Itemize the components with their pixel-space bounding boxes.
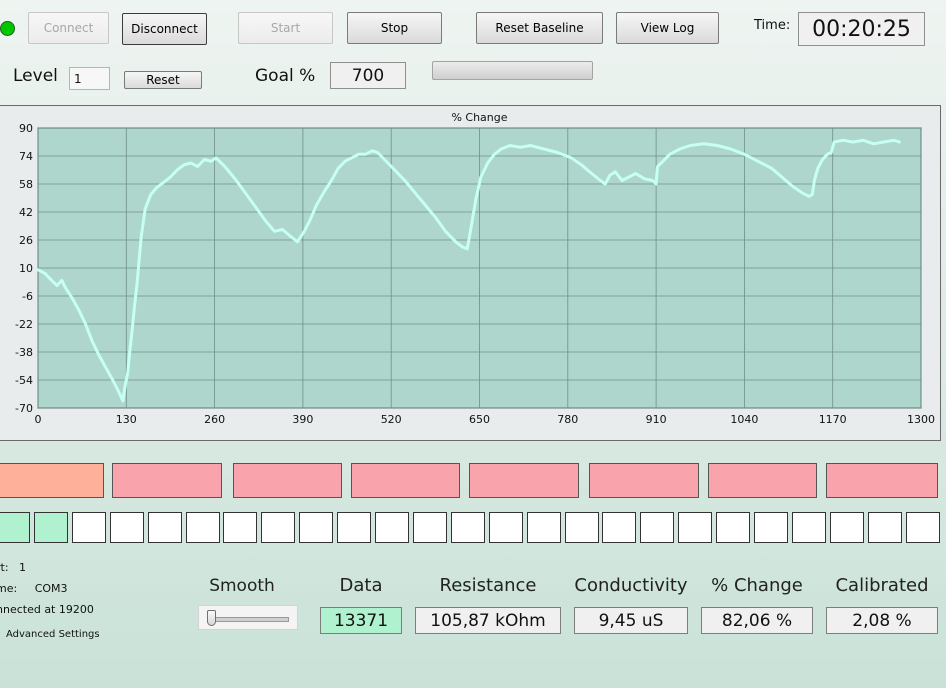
channel-indicator-4 [110, 512, 144, 543]
x-tick-label: 910 [646, 413, 667, 426]
reset-baseline-button[interactable]: Reset Baseline [476, 12, 603, 44]
channel-indicator-21 [754, 512, 788, 543]
resistance-label: Resistance [439, 575, 537, 596]
y-tick-label: 42 [19, 206, 33, 219]
resistance-value: 105,87 kOhm [415, 607, 561, 634]
calibrated-label: Calibrated [835, 575, 929, 596]
connection-status-indicator [0, 21, 15, 36]
disconnect-button[interactable]: Disconnect [122, 13, 207, 45]
channel-indicator-22 [792, 512, 826, 543]
x-tick-label: 650 [469, 413, 490, 426]
channel-indicator-23 [830, 512, 864, 543]
conductivity-value: 9,45 uS [574, 607, 688, 634]
x-tick-label: 130 [116, 413, 137, 426]
channel-indicator-24 [868, 512, 902, 543]
channel-indicator-15 [527, 512, 561, 543]
channel-bar-7 [708, 463, 817, 498]
channel-bar-6 [589, 463, 699, 498]
channel-indicator-17 [602, 512, 636, 543]
channel-indicator-6 [186, 512, 220, 543]
advanced-settings-link[interactable]: Advanced Settings [6, 629, 100, 640]
channel-indicator-13 [451, 512, 485, 543]
level-label: Level [13, 66, 58, 86]
name-row: me: COM3 [0, 582, 68, 595]
time-label: Time: [754, 18, 791, 33]
time-display: 00:20:25 [798, 12, 925, 46]
channel-bar-4 [351, 463, 460, 498]
goal-label: Goal % [255, 66, 316, 86]
x-tick-label: 1040 [730, 413, 758, 426]
smooth-slider[interactable] [198, 605, 298, 630]
connection-text: nnected at 19200 [0, 603, 94, 616]
channel-indicator-20 [716, 512, 750, 543]
percent-change-chart: % Change 90 74 58 42 26 10 -6 -22 -38 -54 -700 130 26… [15, 111, 935, 426]
channel-indicator-1 [0, 512, 30, 543]
channel-indicator-25 [906, 512, 940, 543]
calibrated-value: 2,08 % [826, 607, 938, 634]
channel-indicator-12 [413, 512, 447, 543]
channel-bar-5 [469, 463, 579, 498]
goal-value: 700 [330, 62, 406, 89]
y-tick-label: -38 [15, 346, 33, 359]
y-tick-label: -6 [22, 290, 33, 303]
level-input[interactable]: 1 [69, 67, 110, 90]
channel-indicator-7 [223, 512, 257, 543]
percent-change-value: 82,06 % [701, 607, 813, 634]
x-tick-label: 520 [381, 413, 402, 426]
x-tick-label: 1170 [819, 413, 847, 426]
port-label: rt: [0, 561, 9, 574]
name-value: COM3 [34, 582, 68, 595]
channel-indicator-19 [678, 512, 712, 543]
y-tick-label: 26 [19, 234, 33, 247]
port-value: 1 [19, 561, 27, 574]
start-button[interactable]: Start [238, 12, 333, 44]
y-tick-label: 58 [19, 178, 33, 191]
chart-panel: % Change 90 74 58 42 26 10 -6 -22 -38 -54 -70 0 130 26… [0, 105, 941, 441]
channel-bar-8 [826, 463, 938, 498]
percent-change-label: % Change [711, 575, 803, 596]
level-reset-button[interactable]: Reset [124, 71, 202, 89]
view-log-button[interactable]: View Log [616, 12, 719, 44]
y-tick-label: -22 [15, 318, 33, 331]
data-value: 13371 [320, 607, 402, 634]
channel-indicator-18 [640, 512, 674, 543]
y-tick-label: 90 [19, 122, 33, 135]
conductivity-label: Conductivity [574, 575, 688, 596]
port-row: rt: 1 [0, 561, 26, 574]
y-tick-label: 74 [19, 150, 33, 163]
channel-indicator-11 [375, 512, 409, 543]
data-label: Data [339, 575, 383, 596]
x-tick-label: 780 [557, 413, 578, 426]
name-label: me: [0, 582, 18, 595]
channel-indicator-2 [34, 512, 68, 543]
channel-indicator-8 [261, 512, 295, 543]
x-tick-label: 1300 [907, 413, 935, 426]
smooth-slider-track [207, 617, 289, 622]
x-tick-label: 390 [292, 413, 313, 426]
channel-bar-3 [233, 463, 342, 498]
connect-button[interactable]: Connect [28, 12, 109, 44]
y-tick-label: -70 [15, 402, 33, 415]
channel-bar-2 [112, 463, 222, 498]
channel-indicator-16 [565, 512, 599, 543]
x-tick-label: 260 [204, 413, 225, 426]
channel-indicator-3 [72, 512, 106, 543]
channel-indicator-10 [337, 512, 371, 543]
chart-title: % Change [451, 111, 507, 124]
channel-indicator-5 [148, 512, 182, 543]
smooth-slider-thumb[interactable] [207, 610, 216, 626]
channel-bar-1 [0, 463, 104, 498]
stop-button[interactable]: Stop [347, 12, 442, 44]
channel-indicator-9 [299, 512, 333, 543]
x-tick-label: 0 [35, 413, 42, 426]
goal-progress-bar [432, 61, 593, 80]
y-tick-label: -54 [15, 374, 33, 387]
channel-indicator-14 [489, 512, 523, 543]
y-tick-label: 10 [19, 262, 33, 275]
smooth-label: Smooth [209, 576, 275, 596]
